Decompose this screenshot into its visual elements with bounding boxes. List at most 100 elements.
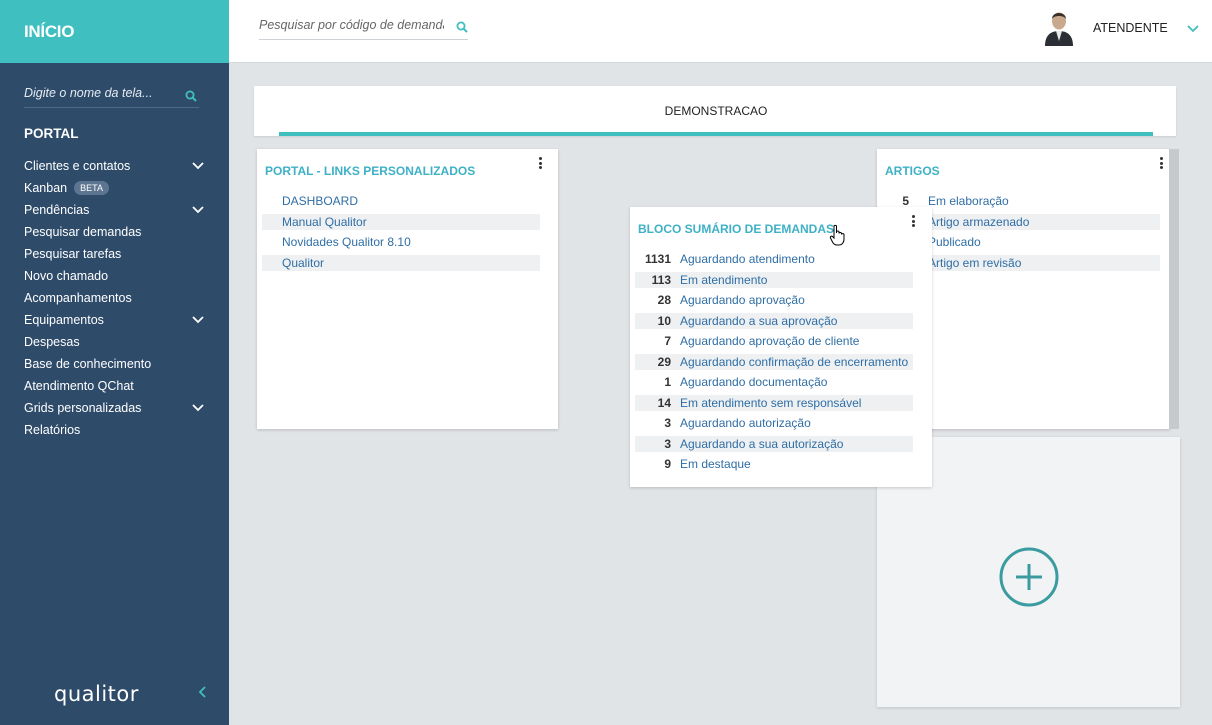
portal-section-title: PORTAL bbox=[24, 126, 79, 141]
count: 1131 bbox=[644, 252, 671, 266]
sidebar-item-label: Acompanhamentos bbox=[24, 291, 132, 305]
sidebar-item-grids[interactable]: Grids personalizadas bbox=[24, 397, 204, 419]
sidebar-item-label: Kanban bbox=[24, 181, 68, 195]
sidebar-item-pesquisar-demandas[interactable]: Pesquisar demandas bbox=[24, 221, 204, 243]
sidebar-item-label: Pesquisar demandas bbox=[24, 225, 142, 239]
chevron-left-icon[interactable] bbox=[198, 686, 206, 701]
list-item[interactable]: 14 Em atendimento sem responsável bbox=[635, 395, 913, 411]
link-label[interactable]: Aguardando aprovação bbox=[680, 293, 805, 307]
scrollbar-thumb[interactable] bbox=[1169, 149, 1179, 429]
chevron-down-icon[interactable] bbox=[192, 401, 204, 415]
link-label[interactable]: Manual Qualitor bbox=[282, 215, 367, 229]
link-label[interactable]: Aguardando atendimento bbox=[680, 252, 815, 266]
link-label[interactable]: Aguardando documentação bbox=[680, 375, 827, 389]
link-label[interactable]: DASHBOARD bbox=[282, 194, 358, 208]
qualitor-logo: qualitor bbox=[54, 682, 139, 706]
link-label[interactable]: Aguardando aprovação de cliente bbox=[680, 334, 859, 348]
link-label[interactable]: Artigo em revisão bbox=[928, 256, 1021, 270]
sidebar-item-pesquisar-tarefas[interactable]: Pesquisar tarefas bbox=[24, 243, 204, 265]
more-vertical-icon[interactable] bbox=[539, 157, 543, 171]
sidebar-item-label: Despesas bbox=[24, 335, 80, 349]
link-label[interactable]: Em elaboração bbox=[928, 194, 1009, 208]
list-item[interactable]: 29 Aguardando confirmação de encerramento bbox=[635, 354, 913, 370]
chevron-down-icon[interactable] bbox=[192, 313, 204, 327]
list-item[interactable]: 9 Em destaque bbox=[635, 456, 913, 472]
card-title: PORTAL - LINKS PERSONALIZADOS bbox=[265, 164, 476, 178]
card-title: BLOCO SUMÁRIO DE DEMANDAS bbox=[638, 222, 835, 236]
links-card: PORTAL - LINKS PERSONALIZADOS DASHBOARD … bbox=[257, 149, 558, 429]
beta-badge: BETA bbox=[74, 181, 109, 195]
chevron-down-icon[interactable] bbox=[192, 159, 204, 173]
sidebar-item-acompanhamentos[interactable]: Acompanhamentos bbox=[24, 287, 204, 309]
link-label[interactable]: Em atendimento bbox=[680, 273, 767, 287]
hand-cursor-icon bbox=[829, 224, 847, 249]
sidebar: INÍCIO PORTAL Clientes e contatos Kanban… bbox=[0, 0, 229, 725]
list-item[interactable]: 10 Aguardando a sua aprovação bbox=[635, 313, 913, 329]
sidebar-item-label: Pendências bbox=[24, 203, 90, 217]
sidebar-item-label: Grids personalizadas bbox=[24, 401, 142, 415]
top-header: ATENDENTE bbox=[229, 0, 1212, 63]
list-item[interactable]: 1131 Aguardando atendimento bbox=[635, 251, 913, 267]
count: 3 bbox=[664, 416, 671, 430]
sidebar-item-label: Novo chamado bbox=[24, 269, 109, 283]
count: 28 bbox=[657, 293, 671, 307]
link-label[interactable]: Aguardando autorização bbox=[680, 416, 811, 430]
more-vertical-icon[interactable] bbox=[912, 215, 916, 229]
home-title[interactable]: INÍCIO bbox=[24, 22, 74, 42]
sumario-card: BLOCO SUMÁRIO DE DEMANDAS 1131 Aguardando… bbox=[630, 207, 932, 487]
link-label[interactable]: Em atendimento sem responsável bbox=[680, 396, 861, 410]
sidebar-item-despesas[interactable]: Despesas bbox=[24, 331, 204, 353]
sidebar-item-label: Atendimento QChat bbox=[24, 379, 134, 393]
link-label[interactable]: Publicado bbox=[928, 235, 981, 249]
screen-search-input[interactable] bbox=[24, 83, 174, 100]
add-circle-icon[interactable] bbox=[999, 547, 1059, 607]
sidebar-item-relatorios[interactable]: Relatórios bbox=[24, 419, 204, 441]
search-icon[interactable] bbox=[185, 90, 197, 105]
list-item[interactable]: 28 Aguardando aprovação bbox=[635, 292, 913, 308]
dashboard-tabs: DEMONSTRACAO bbox=[254, 86, 1176, 136]
link-label[interactable]: Aguardando a sua autorização bbox=[680, 437, 843, 451]
sidebar-item-kanban[interactable]: Kanban BETA bbox=[24, 177, 204, 199]
sidebar-item-novo-chamado[interactable]: Novo chamado bbox=[24, 265, 204, 287]
card-title: ARTIGOS bbox=[885, 164, 940, 178]
count: 14 bbox=[657, 396, 671, 410]
list-item[interactable]: 3 Aguardando autorização bbox=[635, 415, 913, 431]
list-item[interactable]: DASHBOARD bbox=[262, 193, 540, 209]
sidebar-item-label: Clientes e contatos bbox=[24, 159, 131, 173]
sidebar-item-qchat[interactable]: Atendimento QChat bbox=[24, 375, 204, 397]
chevron-down-icon[interactable] bbox=[192, 203, 204, 217]
sidebar-item-base-conhecimento[interactable]: Base de conhecimento bbox=[24, 353, 204, 375]
link-label[interactable]: Novidades Qualitor 8.10 bbox=[282, 235, 411, 249]
list-item[interactable]: Novidades Qualitor 8.10 bbox=[262, 234, 540, 250]
chevron-down-icon[interactable] bbox=[1187, 22, 1199, 36]
sidebar-item-pendencias[interactable]: Pendências bbox=[24, 199, 204, 221]
sidebar-item-label: Equipamentos bbox=[24, 313, 104, 327]
link-label[interactable]: Artigo armazenado bbox=[928, 215, 1029, 229]
link-label[interactable]: Em destaque bbox=[680, 457, 751, 471]
avatar[interactable] bbox=[1043, 8, 1075, 46]
tab-demonstracao[interactable]: DEMONSTRACAO bbox=[279, 86, 1153, 136]
more-vertical-icon[interactable] bbox=[1160, 157, 1164, 171]
list-item[interactable]: 1 Aguardando documentação bbox=[635, 374, 913, 390]
link-label[interactable]: Aguardando a sua aprovação bbox=[680, 314, 837, 328]
demand-search bbox=[259, 14, 468, 40]
link-label[interactable]: Qualitor bbox=[282, 256, 324, 270]
sidebar-item-equipamentos[interactable]: Equipamentos bbox=[24, 309, 204, 331]
count: 9 bbox=[664, 457, 671, 471]
sidebar-header[interactable]: INÍCIO bbox=[0, 0, 229, 63]
list-item[interactable]: Manual Qualitor bbox=[262, 214, 540, 230]
list-item[interactable]: 3 Aguardando a sua autorização bbox=[635, 436, 913, 452]
count: 3 bbox=[664, 437, 671, 451]
sidebar-menu: Clientes e contatos Kanban BETA Pendência… bbox=[24, 155, 204, 441]
sidebar-item-clientes[interactable]: Clientes e contatos bbox=[24, 155, 204, 177]
search-icon[interactable] bbox=[456, 21, 468, 36]
demand-search-input[interactable] bbox=[259, 14, 444, 32]
list-item[interactable]: 7 Aguardando aprovação de cliente bbox=[635, 333, 913, 349]
screen-search bbox=[24, 83, 199, 108]
link-label[interactable]: Aguardando confirmação de encerramento bbox=[680, 355, 908, 369]
list-item[interactable]: 113 Em atendimento bbox=[635, 272, 913, 288]
count: 10 bbox=[657, 314, 671, 328]
count: 29 bbox=[657, 355, 671, 369]
list-item[interactable]: Qualitor bbox=[262, 255, 540, 271]
user-name[interactable]: ATENDENTE bbox=[1093, 21, 1168, 35]
